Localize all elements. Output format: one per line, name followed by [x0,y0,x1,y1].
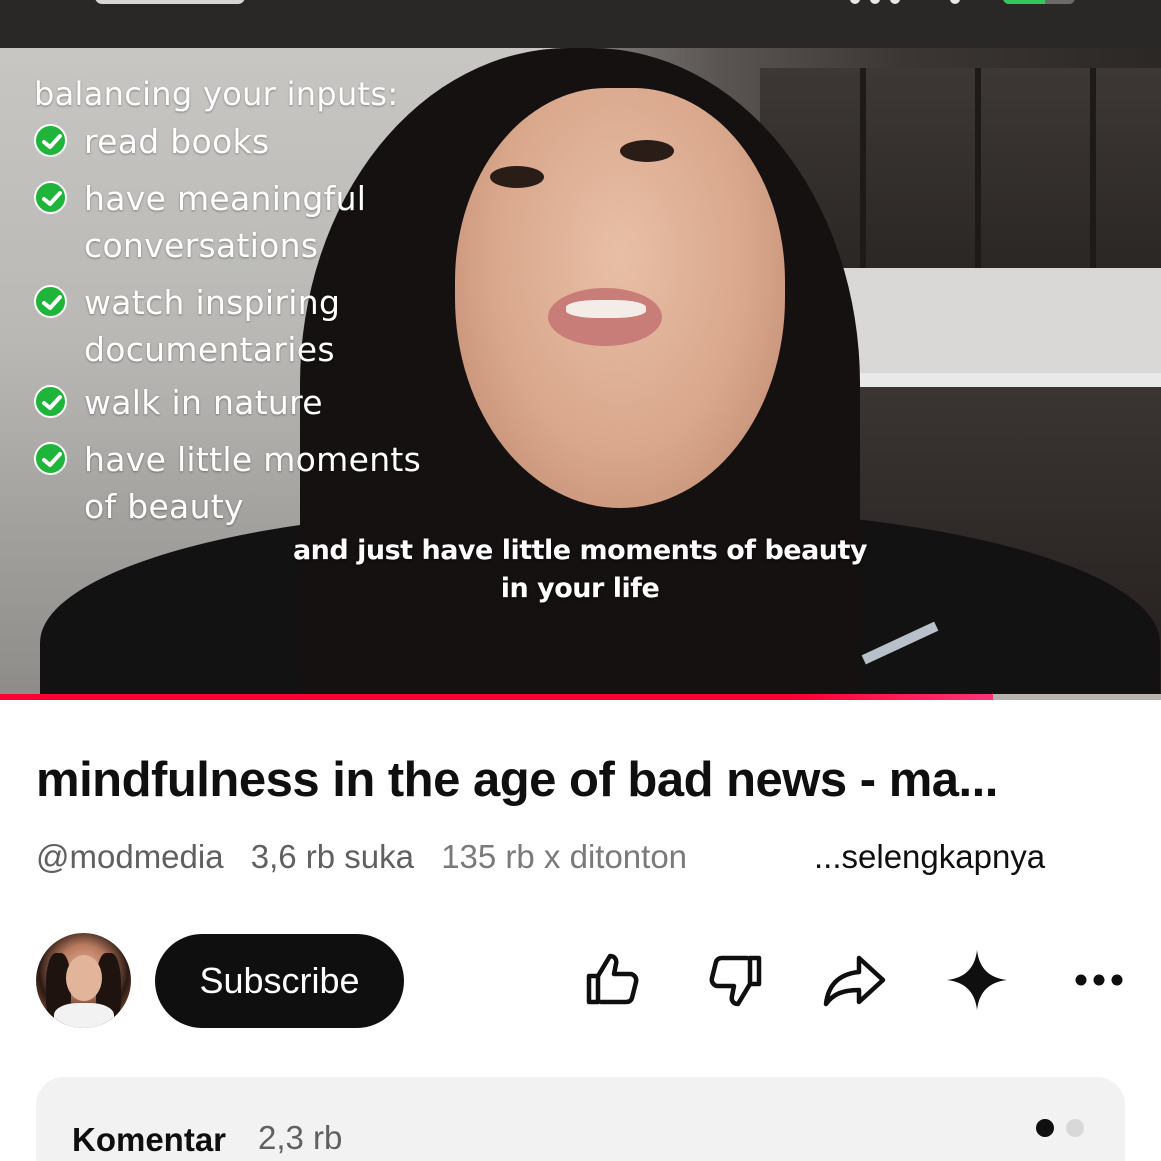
dislike-button[interactable] [700,945,770,1015]
like-icon [586,953,639,1005]
video-text-overlay: balancing your inputs: read books have m… [34,70,421,530]
carousel-dot [1066,1119,1084,1137]
channel-avatar[interactable] [36,933,131,1028]
comments-count: 2,3 rb [258,1119,343,1156]
video-player[interactable]: balancing your inputs: read books have m… [0,48,1161,696]
more-icon [1075,974,1123,986]
battery-icon [1003,0,1075,4]
wifi-icon [950,0,960,4]
carousel-dot-active [1036,1119,1054,1137]
video-caption: and just have little moments of beauty i… [292,535,868,604]
ask-ai-button[interactable] [942,945,1012,1015]
overlay-list-item: have little moments of beauty [34,436,421,530]
check-icon [34,124,67,157]
video-meta[interactable]: @modmedia 3,6 rb suka 135 rb x ditonton … [36,838,1046,876]
overlay-list-item: read books [34,118,421,165]
status-bar [0,0,1161,48]
share-button[interactable] [820,945,890,1015]
like-button[interactable] [578,945,648,1015]
video-title[interactable]: mindfulness in the age of bad news - ma.… [36,752,1126,808]
comments-label: Komentar [72,1121,227,1158]
view-count: 135 rb x ditonton [441,838,688,875]
sparkle-icon [947,950,1007,1010]
overlay-list-item: watch inspiring documentaries [34,279,421,373]
signal-icon [870,0,880,4]
check-icon [34,442,67,475]
dislike-icon [709,955,762,1007]
comments-panel[interactable]: Komentar 2,3 rb [36,1077,1125,1161]
subscribe-button[interactable]: Subscribe [155,934,404,1028]
check-icon [34,285,67,318]
overlay-heading: balancing your inputs: [34,75,399,113]
show-more-link[interactable]: ...selengkapnya [806,838,1046,876]
like-count: 3,6 rb suka [250,838,415,875]
signal-icon [850,0,860,4]
share-icon [823,955,886,1007]
signal-icon [890,0,900,4]
overlay-list-item: have meaningful conversations [34,175,421,269]
check-icon [34,181,67,214]
check-icon [34,385,67,418]
more-actions-button[interactable] [1064,945,1134,1015]
channel-handle[interactable]: @modmedia [36,838,224,875]
overlay-list-item: walk in nature [34,379,421,426]
status-time [95,0,245,4]
